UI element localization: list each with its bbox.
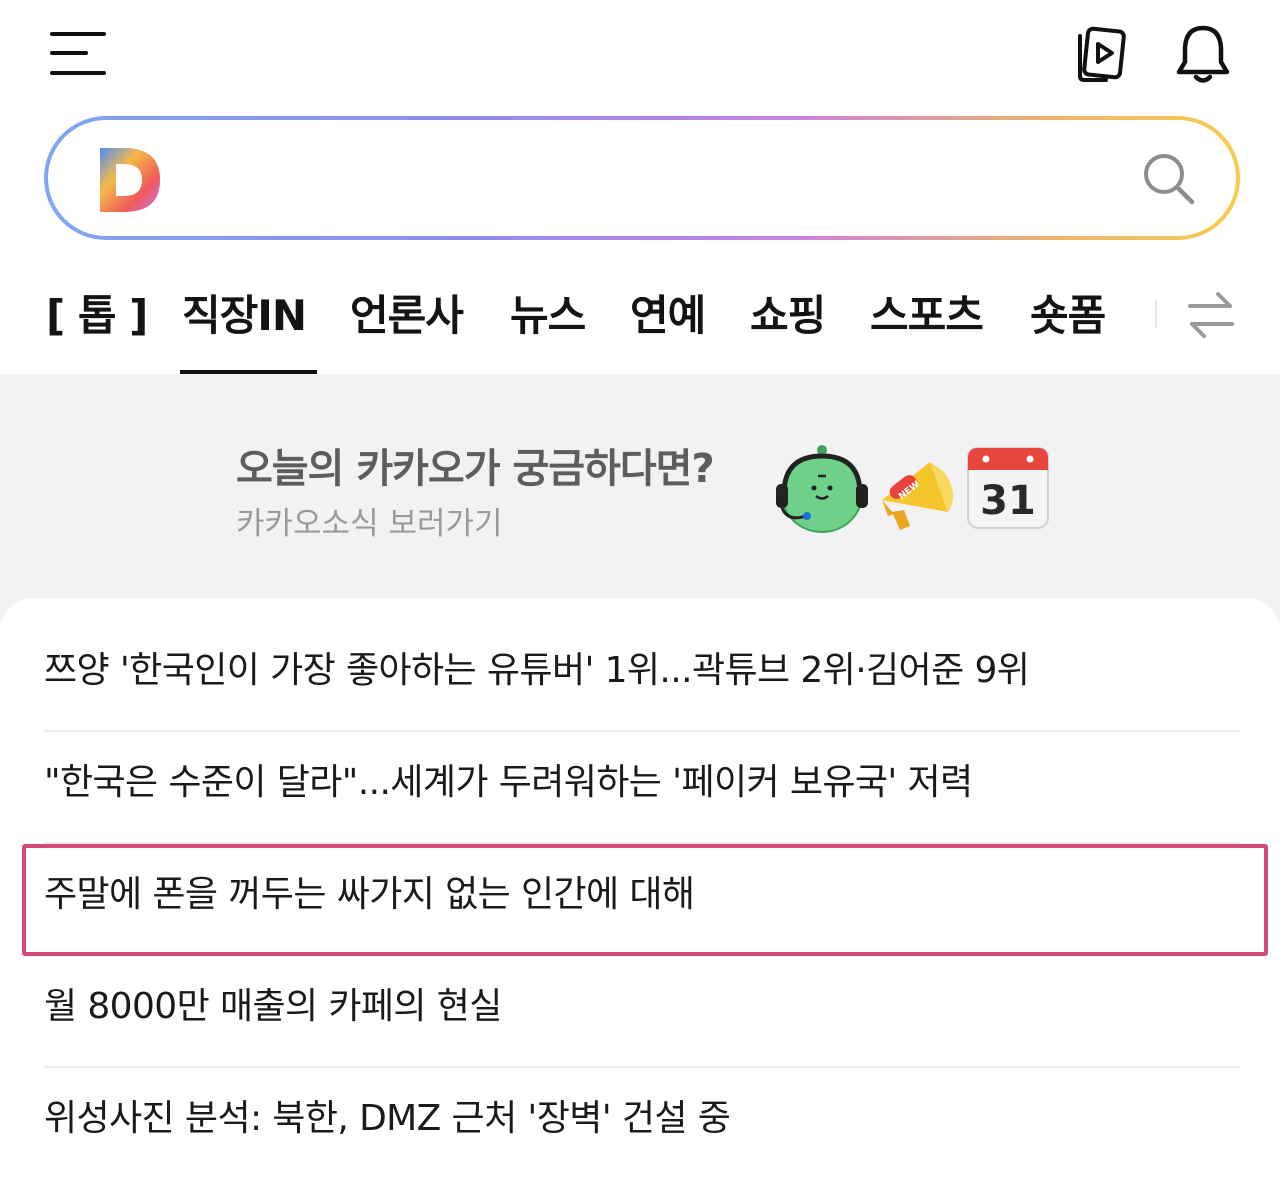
category-tabs: [ 톱 ] 직장IN 언론사 뉴스 연예 쇼핑 스포츠 숏폼 xyxy=(0,270,1280,375)
tab-divider xyxy=(1155,300,1157,328)
tab-shopping[interactable]: 쇼핑 xyxy=(750,286,826,346)
hamburger-menu-icon[interactable] xyxy=(46,26,110,82)
tab-top[interactable]: [ 톱 ] xyxy=(46,286,148,346)
search-icon[interactable] xyxy=(1138,148,1202,212)
tab-news[interactable]: 뉴스 xyxy=(510,286,586,346)
search-input[interactable] xyxy=(178,144,1102,214)
news-title: 월 8000만 매출의 카페의 현실 xyxy=(44,986,502,1027)
highlight-box xyxy=(22,844,1268,956)
daum-logo-icon[interactable] xyxy=(94,144,166,216)
calendar-icon: 31 xyxy=(967,447,1049,529)
tab-workplace-in[interactable]: 직장IN xyxy=(182,286,307,346)
news-item[interactable]: 위성사진 분석: 북한, DMZ 근처 '장벽' 건설 중 xyxy=(44,1068,1240,1180)
character-headset-icon xyxy=(776,445,868,533)
tab-entertainment[interactable]: 연예 xyxy=(630,286,706,346)
daum-mobile-home: [ 톱 ] 직장IN 언론사 뉴스 연예 쇼핑 스포츠 숏폼 오늘의 카카오가 … xyxy=(0,0,1280,1187)
swap-arrows-icon[interactable] xyxy=(1184,288,1238,342)
tab-press[interactable]: 언론사 xyxy=(350,286,464,346)
top-bar xyxy=(0,0,1280,110)
search-bar xyxy=(44,116,1240,240)
megaphone-icon: NEW xyxy=(882,462,954,530)
tab-sports[interactable]: 스포츠 xyxy=(870,286,984,346)
tab-shortform[interactable]: 숏폼 xyxy=(1030,286,1106,346)
news-title: 위성사진 분석: 북한, DMZ 근처 '장벽' 건설 중 xyxy=(44,1098,731,1139)
news-item[interactable]: "한국은 수준이 달라"...세계가 두려워하는 '페이커 보유국' 저력 xyxy=(44,732,1240,844)
video-play-icon[interactable] xyxy=(1066,22,1132,88)
svg-text:31: 31 xyxy=(980,478,1036,524)
news-item[interactable]: 쯔양 '한국인이 가장 좋아하는 유튜버' 1위...곽튜브 2위·김어준 9위 xyxy=(44,620,1240,732)
banner-illustration: NEW 31 xyxy=(776,445,1049,533)
news-item[interactable]: 월 8000만 매출의 카페의 현실 xyxy=(44,956,1240,1068)
news-title: "한국은 수준이 달라"...세계가 두려워하는 '페이커 보유국' 저력 xyxy=(44,762,973,803)
banner-title: 오늘의 카카오가 궁금하다면? xyxy=(236,446,715,492)
bell-icon[interactable] xyxy=(1170,22,1236,88)
banner-subtitle: 카카오소식 보러가기 xyxy=(236,506,503,542)
news-title: 쯔양 '한국인이 가장 좋아하는 유튜버' 1위...곽튜브 2위·김어준 9위 xyxy=(44,650,1030,691)
search-bar-inner xyxy=(48,120,1236,236)
banner-icons: NEW 31 xyxy=(770,438,1060,538)
kakao-news-banner[interactable]: 오늘의 카카오가 궁금하다면? 카카오소식 보러가기 NEW 31 xyxy=(0,374,1280,634)
